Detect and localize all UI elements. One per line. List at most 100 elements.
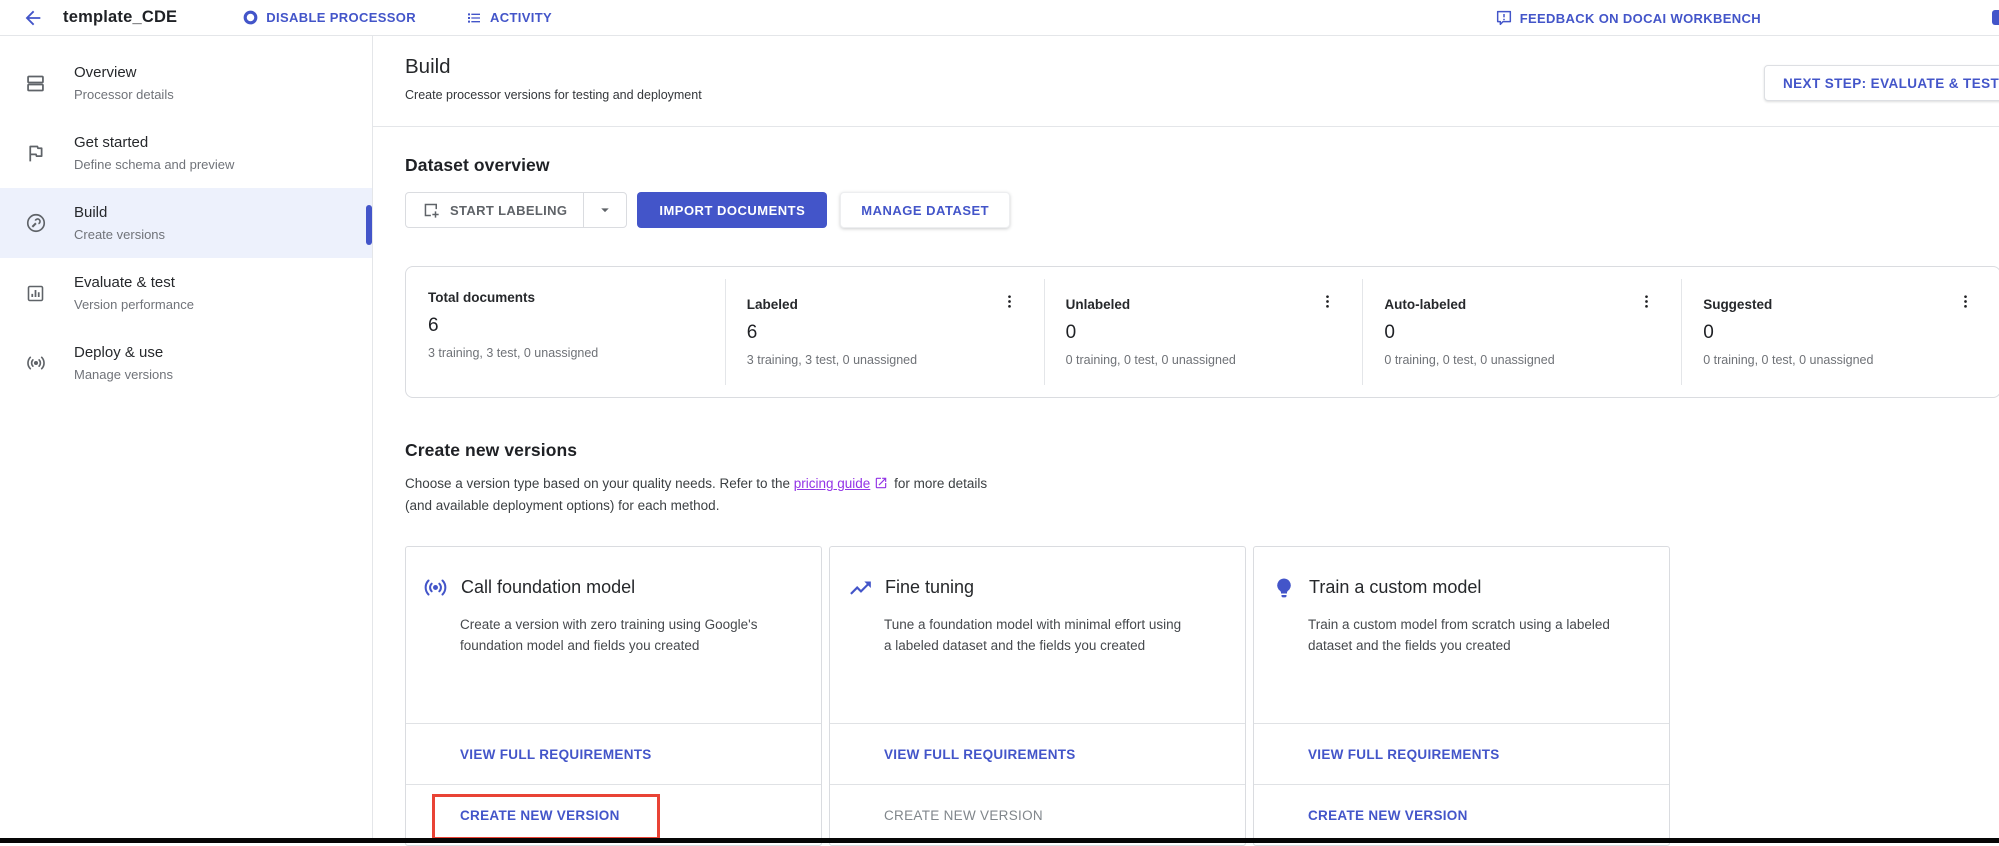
card-create-row: CREATE NEW VERSION [406, 784, 821, 845]
disable-processor-button[interactable]: DISABLE PROCESSOR [237, 9, 422, 27]
view-full-requirements-button[interactable]: VIEW FULL REQUIREMENTS [884, 747, 1076, 762]
sidebar-item-text: Build Create versions [74, 202, 165, 244]
stat-detail: 3 training, 3 test, 0 unassigned [428, 346, 725, 360]
sidebar-item-text: Evaluate & test Version performance [74, 272, 194, 314]
create-versions-section: Create new versions Choose a version typ… [405, 440, 1999, 846]
card-description: Train a custom model from scratch using … [1308, 614, 1610, 656]
sidebar-item-text: Overview Processor details [74, 62, 174, 104]
sidebar-item-evaluate-test[interactable]: Evaluate & test Version performance [0, 258, 372, 328]
card-create-row: CREATE NEW VERSION [830, 784, 1245, 845]
sidebar-item-text: Deploy & use Manage versions [74, 342, 173, 384]
build-wrench-icon [25, 212, 47, 234]
sidebar-item-subtitle: Version performance [74, 295, 194, 314]
manage-dataset-button[interactable]: MANAGE DATASET [840, 192, 1010, 228]
description-text: for more details [890, 476, 987, 491]
card-create-row: CREATE NEW VERSION [1254, 784, 1669, 845]
stat-value: 0 [1703, 322, 1999, 344]
broadcast-icon [422, 574, 449, 601]
sidebar-item-subtitle: Manage versions [74, 365, 173, 384]
kebab-menu-icon[interactable] [1317, 291, 1338, 315]
start-labeling-button[interactable]: START LABELING [406, 193, 583, 227]
feedback-button[interactable]: FEEDBACK ON DOCAI WORKBENCH [1490, 9, 1767, 27]
stat-value: 6 [747, 322, 1044, 344]
card-train-custom-model: Train a custom model Train a custom mode… [1253, 546, 1670, 846]
assessment-chart-icon [25, 282, 47, 304]
card-title: Fine tuning [885, 577, 974, 598]
sidebar-item-title: Deploy & use [74, 342, 173, 363]
kebab-menu-icon[interactable] [1636, 291, 1657, 315]
main-panel: Build Create processor versions for test… [372, 36, 1999, 843]
next-step-button[interactable]: NEXT STEP: EVALUATE & TEST [1764, 65, 1999, 101]
card-top: Train a custom model Train a custom mode… [1254, 547, 1669, 723]
appbar-right: FEEDBACK ON DOCAI WORKBENCH [1490, 0, 1767, 36]
start-labeling-dropdown-button[interactable] [583, 193, 626, 227]
stat-labeled: Labeled 6 3 training, 3 test, 0 unassign… [725, 267, 1044, 397]
broadcast-icon [25, 352, 47, 374]
sidebar-item-build[interactable]: Build Create versions [0, 188, 372, 258]
open-in-new-icon [874, 476, 888, 496]
trending-up-icon [846, 574, 873, 601]
page-content: Dataset overview START LABELING [373, 127, 1999, 846]
sidebar-item-title: Get started [74, 132, 234, 153]
stat-value: 6 [428, 315, 725, 337]
card-requirements-row: VIEW FULL REQUIREMENTS [1254, 723, 1669, 784]
overview-icon [25, 72, 47, 94]
dataset-toolbar: START LABELING IMPORT DOCUMENTS MANAGE D… [405, 192, 1999, 228]
card-requirements-row: VIEW FULL REQUIREMENTS [406, 723, 821, 784]
flag-icon [25, 142, 47, 164]
sidebar-item-title: Evaluate & test [74, 272, 194, 293]
sidebar-item-title: Build [74, 202, 165, 223]
card-description: Tune a foundation model with minimal eff… [884, 614, 1186, 656]
back-arrow-icon [22, 7, 44, 29]
stat-unlabeled: Unlabeled 0 0 training, 0 test, 0 unassi… [1044, 267, 1363, 397]
sidebar-item-text: Get started Define schema and preview [74, 132, 234, 174]
processor-title: template_CDE [63, 8, 177, 27]
sidebar-item-subtitle: Define schema and preview [74, 155, 234, 174]
create-new-version-button[interactable]: CREATE NEW VERSION [460, 808, 620, 823]
stat-suggested: Suggested 0 0 training, 0 test, 0 unassi… [1681, 267, 1999, 397]
import-documents-button[interactable]: IMPORT DOCUMENTS [637, 192, 827, 228]
description-text: Choose a version type based on your qual… [405, 476, 794, 491]
dataset-overview-heading: Dataset overview [405, 155, 1999, 176]
sidebar-item-subtitle: Create versions [74, 225, 165, 244]
view-full-requirements-button[interactable]: VIEW FULL REQUIREMENTS [1308, 747, 1500, 762]
create-versions-heading: Create new versions [405, 440, 1999, 461]
create-new-version-button-disabled: CREATE NEW VERSION [884, 808, 1043, 823]
activity-label: ACTIVITY [490, 10, 552, 25]
sidebar-item-deploy-use[interactable]: Deploy & use Manage versions [0, 328, 372, 398]
stat-total-documents: Total documents 6 3 training, 3 test, 0 … [406, 267, 725, 397]
activity-button[interactable]: ACTIVITY [460, 9, 558, 27]
feedback-label: FEEDBACK ON DOCAI WORKBENCH [1520, 11, 1761, 26]
version-cards-row: Call foundation model Create a version w… [405, 546, 1999, 846]
appbar-actions: DISABLE PROCESSOR ACTIVITY [237, 9, 558, 27]
stat-auto-labeled: Auto-labeled 0 0 training, 0 test, 0 una… [1362, 267, 1681, 397]
kebab-menu-icon[interactable] [1955, 291, 1976, 315]
sidebar: Overview Processor details Get started D… [0, 36, 372, 843]
pricing-guide-link[interactable]: pricing guide [794, 476, 871, 491]
sidebar-item-overview[interactable]: Overview Processor details [0, 48, 372, 118]
page-header: Build Create processor versions for test… [373, 36, 1999, 127]
page-subtitle: Create processor versions for testing an… [405, 88, 1999, 102]
stop-circle-icon [243, 10, 258, 25]
app-bar: template_CDE DISABLE PROCESSOR ACTIVITY … [0, 0, 1999, 36]
card-title: Call foundation model [461, 577, 635, 598]
stat-detail: 0 training, 0 test, 0 unassigned [1066, 353, 1363, 367]
card-fine-tuning: Fine tuning Tune a foundation model with… [829, 546, 1246, 846]
label-add-icon [422, 201, 440, 219]
sidebar-item-get-started[interactable]: Get started Define schema and preview [0, 118, 372, 188]
lightbulb-icon [1270, 574, 1297, 601]
stat-detail: 0 training, 0 test, 0 unassigned [1703, 353, 1999, 367]
feedback-icon [1496, 10, 1512, 26]
back-button[interactable] [22, 7, 44, 29]
disable-processor-label: DISABLE PROCESSOR [266, 10, 416, 25]
create-new-version-button[interactable]: CREATE NEW VERSION [1308, 808, 1468, 823]
cut-off-icon[interactable] [1992, 10, 1999, 25]
card-top: Call foundation model Create a version w… [406, 547, 821, 723]
view-full-requirements-button[interactable]: VIEW FULL REQUIREMENTS [460, 747, 652, 762]
sidebar-item-subtitle: Processor details [74, 85, 174, 104]
kebab-menu-icon[interactable] [999, 291, 1020, 315]
start-labeling-label: START LABELING [450, 203, 567, 218]
start-labeling-split-button: START LABELING [405, 192, 627, 228]
stat-value: 0 [1066, 322, 1363, 344]
window-bottom-edge [0, 838, 1999, 843]
